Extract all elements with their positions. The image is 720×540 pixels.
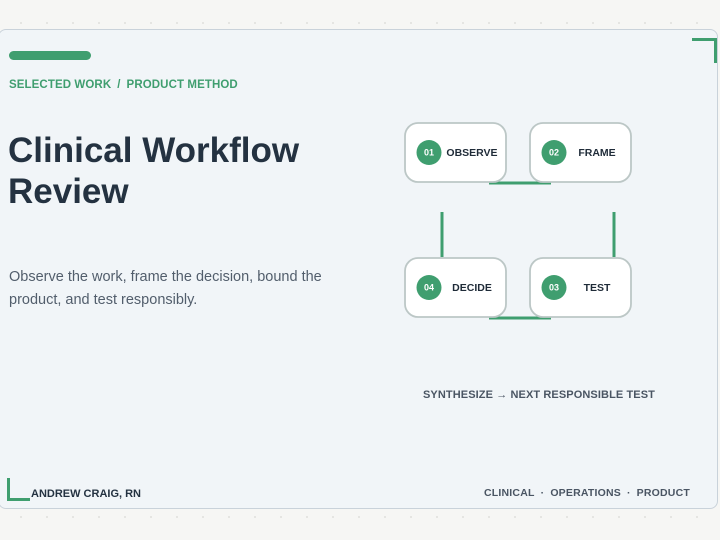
tag-product: PRODUCT xyxy=(636,487,690,499)
node-label: OBSERVE xyxy=(446,147,497,159)
node-number: 04 xyxy=(424,283,434,293)
tag-separator: · xyxy=(540,487,545,499)
node-label: FRAME xyxy=(578,147,615,159)
node-number: 02 xyxy=(549,148,559,158)
slide: SELECTED WORK / PRODUCT METHOD Clinical Wo… xyxy=(0,29,718,509)
diagram-caption: SYNTHESIZE → NEXT RESPONSIBLE TEST xyxy=(423,389,655,401)
node-test: 03 TEST xyxy=(529,257,632,318)
tag-separator: · xyxy=(626,487,631,499)
workflow-diagram: 01 OBSERVE 02 FRAME 04 DECIDE 03 TEST xyxy=(404,122,632,320)
footer-tags: CLINICAL · OPERATIONS · PRODUCT xyxy=(484,487,690,499)
node-label: TEST xyxy=(584,282,611,294)
node-decide: 04 DECIDE xyxy=(404,257,507,318)
node-frame: 02 FRAME xyxy=(529,122,632,183)
author-name: ANDREW CRAIG, RN xyxy=(31,488,141,500)
tag-clinical: CLINICAL xyxy=(484,487,535,499)
tag-operations: OPERATIONS xyxy=(550,487,621,499)
node-label: DECIDE xyxy=(452,282,492,294)
node-number: 01 xyxy=(424,148,434,158)
node-number: 03 xyxy=(549,283,559,293)
node-observe: 01 OBSERVE xyxy=(404,122,507,183)
